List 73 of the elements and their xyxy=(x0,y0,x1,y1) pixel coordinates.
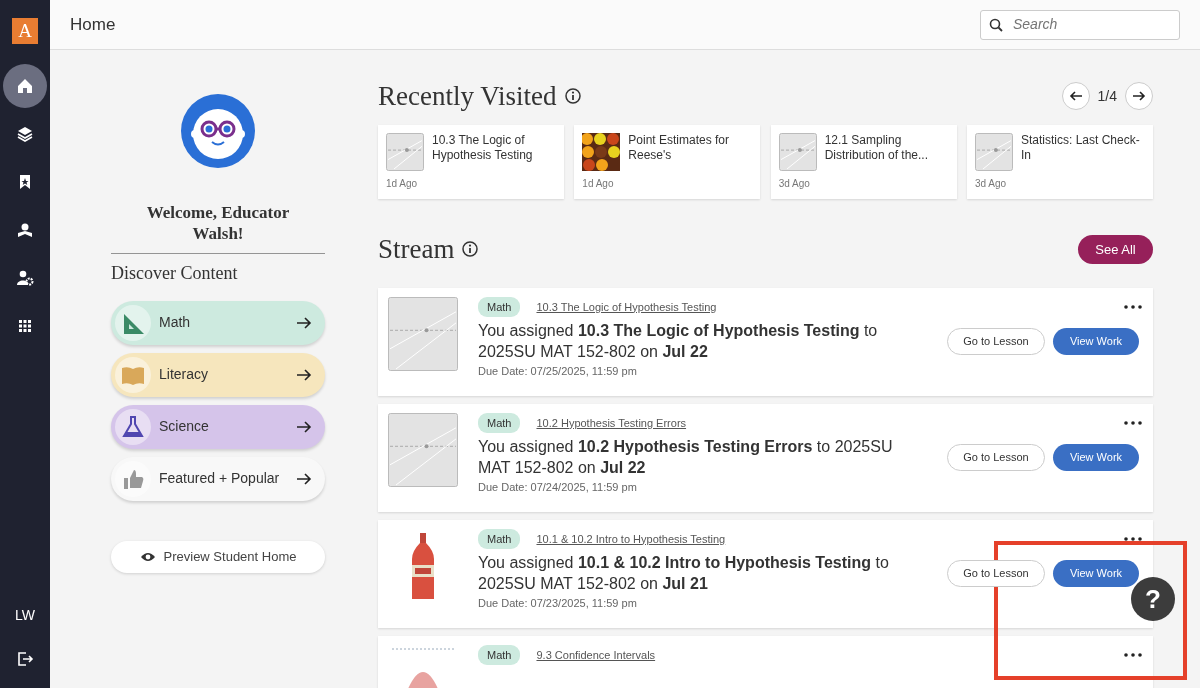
recent-card[interactable]: Statistics: Last Check-In 3d Ago xyxy=(967,125,1153,199)
lesson-link[interactable]: 9.3 Confidence Intervals xyxy=(536,646,656,663)
eye-icon xyxy=(139,550,156,563)
next-button[interactable] xyxy=(1125,82,1153,110)
flask-icon xyxy=(120,413,146,440)
logout-icon[interactable] xyxy=(16,650,34,668)
recent-card[interactable]: 10.3 The Logic of Hypothesis Testing 1d Ago xyxy=(378,125,564,199)
time-label: 1d Ago xyxy=(386,177,419,191)
due-date: Due Date: 07/24/2025, 11:59 pm xyxy=(478,479,638,495)
section-title: Discover Content xyxy=(111,261,239,285)
lesson-link[interactable]: 10.3 The Logic of Hypothesis Testing xyxy=(536,298,717,315)
due-date: Due Date: 07/25/2025, 11:59 pm xyxy=(478,363,638,379)
due-date: Due Date: 07/23/2025, 11:59 pm xyxy=(478,595,638,611)
more-icon[interactable] xyxy=(1124,652,1142,657)
page-title: Home xyxy=(70,13,116,36)
category-button[interactable]: Featured + Popular xyxy=(111,456,325,501)
arrow-left-icon xyxy=(1068,89,1083,103)
category-button[interactable]: Science xyxy=(111,404,325,449)
card-title: 10.3 The Logic of Hypothesis Testing xyxy=(432,133,534,164)
search-field[interactable]: Search xyxy=(980,9,1180,40)
assignment-text: You assigned 10.2 Hypothesis Testing Errors to 2025SU MAT 152-802 on Jul 22 xyxy=(478,437,894,478)
nav-button[interactable] xyxy=(3,64,47,108)
go-to-lesson-button[interactable]: Go to Lesson xyxy=(947,560,1045,587)
subject-tag: Math xyxy=(478,644,521,665)
user-initials[interactable]: LW xyxy=(15,605,35,626)
assignment-text: You assigned 10.3 The Logic of Hypothesis Testing to 2025SU MAT 152-802 on Jul 22 xyxy=(478,321,879,362)
lesson-link[interactable]: 10.2 Hypothesis Testing Errors xyxy=(536,414,687,431)
avatar-icon xyxy=(181,94,255,168)
info-icon[interactable] xyxy=(462,241,479,258)
time-label: 3d Ago xyxy=(975,177,1008,191)
info-icon[interactable] xyxy=(564,88,581,104)
person-icon xyxy=(16,221,34,239)
help-button[interactable]: ? xyxy=(1131,577,1175,621)
apps-icon xyxy=(16,317,34,335)
user-settings-icon xyxy=(16,269,34,287)
search-input[interactable]: Search xyxy=(1011,13,1161,36)
view-work-button[interactable]: View Work xyxy=(1053,560,1139,587)
category-button[interactable]: Math xyxy=(111,300,325,345)
card-title: Statistics: Last Check-In xyxy=(1021,133,1141,164)
subject-tag: Math xyxy=(478,296,521,317)
more-icon[interactable] xyxy=(1124,536,1142,541)
preview-button[interactable]: Preview Student Home xyxy=(111,540,325,573)
arrow-icon xyxy=(296,470,312,487)
home-icon xyxy=(16,77,34,95)
subject-tag: Math xyxy=(478,528,521,549)
arrow-icon xyxy=(296,314,312,331)
assignment-text: You assigned 10.1 & 10.2 Intro to Hypothesis Testing to 2025SU MAT 152-802 on Jul 21 xyxy=(478,553,890,594)
lesson-link[interactable]: 10.1 & 10.2 Intro to Hypothesis Testing xyxy=(536,530,726,547)
category-button[interactable]: Literacy xyxy=(111,352,325,397)
view-work-button[interactable]: View Work xyxy=(1053,328,1139,355)
view-work-button[interactable]: View Work xyxy=(1053,444,1139,471)
card-title: Point Estimates for Reese's xyxy=(628,133,731,164)
go-to-lesson-button[interactable]: Go to Lesson xyxy=(947,328,1045,355)
recent-card[interactable]: 12.1 Sampling Distribution of the... 3d Ago xyxy=(770,125,957,199)
layers-icon xyxy=(16,125,34,143)
arrow-icon xyxy=(296,366,312,383)
card-title: 12.1 Sampling Distribution of the... xyxy=(824,133,930,164)
section-title: Recently Visited xyxy=(378,79,557,113)
search-icon xyxy=(989,17,1003,32)
time-label: 1d Ago xyxy=(582,177,615,191)
previous-button[interactable] xyxy=(1061,82,1090,110)
more-icon[interactable] xyxy=(1124,304,1142,309)
welcome-text: Welcome, Educator Walsh! xyxy=(145,202,291,245)
see-all-button[interactable]: See All xyxy=(1078,234,1153,264)
more-icon[interactable] xyxy=(1124,420,1142,425)
arrow-right-icon xyxy=(1132,89,1146,103)
page-indicator: 1/4 xyxy=(1097,86,1117,106)
section-title: Stream xyxy=(378,233,455,266)
go-to-lesson-button[interactable]: Go to Lesson xyxy=(947,444,1045,471)
subject-tag: Math xyxy=(478,412,521,433)
recent-card[interactable]: Point Estimates for Reese's 1d Ago xyxy=(574,125,761,199)
arrow-icon xyxy=(296,418,312,435)
time-label: 3d Ago xyxy=(778,177,811,191)
